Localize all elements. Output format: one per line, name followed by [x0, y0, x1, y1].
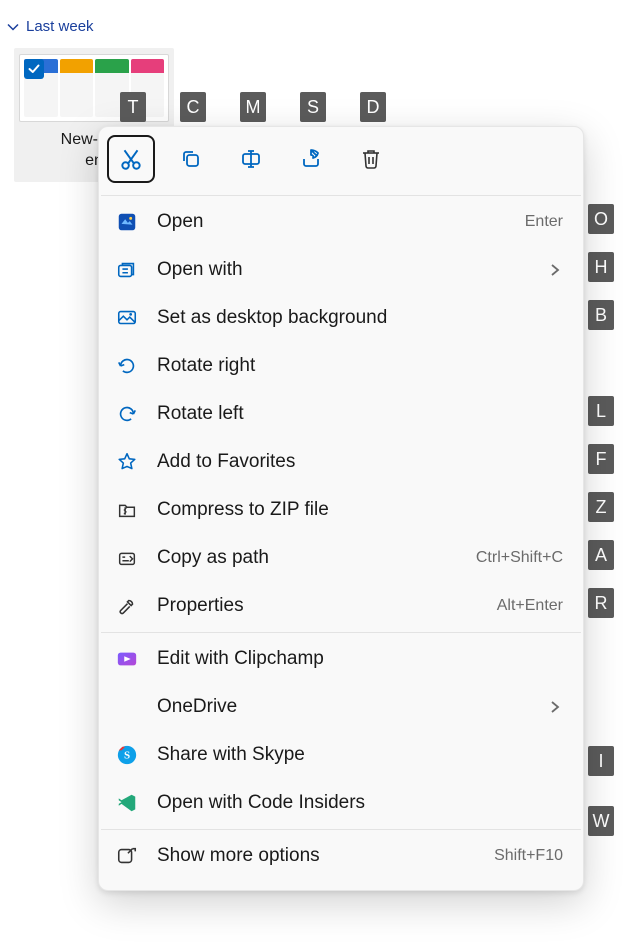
rotright-icon [115, 354, 139, 378]
menu-item-open-with[interactable]: Open with [99, 246, 583, 294]
menu-item-share-with-skype[interactable]: S Share with Skype [99, 731, 583, 779]
chevron-right-icon [547, 262, 563, 278]
menu-item-label: Open with Code Insiders [157, 792, 563, 814]
menu-item-label: Compress to ZIP file [157, 499, 563, 521]
key-hint: H [588, 252, 614, 282]
menu-item-label: Edit with Clipchamp [157, 648, 563, 670]
menu-item-label: Rotate right [157, 355, 563, 377]
rename-button[interactable] [227, 135, 275, 183]
key-hint: I [588, 746, 614, 776]
clipchamp-icon [115, 647, 139, 671]
menu-divider [101, 829, 581, 830]
menu-divider [101, 195, 581, 196]
menu-item-properties[interactable]: Properties Alt+Enter [99, 582, 583, 630]
menu-item-edit-with-clipchamp[interactable]: Edit with Clipchamp [99, 635, 583, 683]
chevron-right-icon [547, 699, 563, 715]
key-hint: L [588, 396, 614, 426]
menu-item-onedrive[interactable]: OneDrive [99, 683, 583, 731]
menu-item-label: OneDrive [157, 696, 529, 718]
menu-item-label: Show more options [157, 845, 476, 867]
menu-item-label: Rotate left [157, 403, 563, 425]
menu-item-set-as-desktop-background[interactable]: Set as desktop background [99, 294, 583, 342]
wrench-icon [115, 594, 139, 618]
menu-item-open-with-code-insiders[interactable]: Open with Code Insiders [99, 779, 583, 827]
file-thumbnail [19, 54, 169, 122]
menu-item-shortcut: Alt+Enter [497, 597, 563, 615]
menu-item-open[interactable]: Open Enter [99, 198, 583, 246]
key-hint: T [120, 92, 146, 122]
key-hint: S [300, 92, 326, 122]
copy-button[interactable] [167, 135, 215, 183]
menu-item-label: Set as desktop background [157, 307, 563, 329]
group-label: Last week [26, 18, 94, 35]
key-hint: M [240, 92, 266, 122]
menu-item-shortcut: Shift+F10 [494, 847, 563, 865]
menu-item-copy-as-path[interactable]: Copy as path Ctrl+Shift+C [99, 534, 583, 582]
menu-item-label: Add to Favorites [157, 451, 563, 473]
menu-item-label: Copy as path [157, 547, 458, 569]
skype-icon: S [115, 743, 139, 767]
share-button[interactable] [287, 135, 335, 183]
menu-item-show-more-options[interactable]: Show more options Shift+F10 [99, 832, 583, 880]
menu-item-rotate-left[interactable]: Rotate left [99, 390, 583, 438]
key-hint: F [588, 444, 614, 474]
menu-item-rotate-right[interactable]: Rotate right [99, 342, 583, 390]
menu-item-shortcut: Ctrl+Shift+C [476, 549, 563, 567]
key-hint: O [588, 204, 614, 234]
action-bar [99, 133, 583, 193]
none-icon [115, 695, 139, 719]
menu-item-add-to-favorites[interactable]: Add to Favorites [99, 438, 583, 486]
open-icon [115, 210, 139, 234]
menu-item-label: Open with [157, 259, 529, 281]
group-header[interactable]: Last week [6, 18, 94, 35]
selected-check-icon [24, 59, 44, 79]
menu-divider [101, 632, 581, 633]
rotleft-icon [115, 402, 139, 426]
key-hint: C [180, 92, 206, 122]
delete-button[interactable] [347, 135, 395, 183]
wallpaper-icon [115, 306, 139, 330]
key-hint: R [588, 588, 614, 618]
key-hint: D [360, 92, 386, 122]
context-menu: Open Enter Open with Set as desktop backgro… [98, 126, 584, 891]
menu-item-label: Share with Skype [157, 744, 563, 766]
copypath-icon [115, 546, 139, 570]
openwith-icon [115, 258, 139, 282]
cut-button[interactable] [107, 135, 155, 183]
key-hint: B [588, 300, 614, 330]
menu-item-label: Properties [157, 595, 479, 617]
svg-text:S: S [124, 750, 130, 762]
star-icon [115, 450, 139, 474]
vscode-icon [115, 791, 139, 815]
moreopt-icon [115, 844, 139, 868]
menu-item-shortcut: Enter [525, 213, 563, 231]
menu-item-label: Open [157, 211, 507, 233]
chevron-down-icon [6, 20, 20, 34]
menu-item-compress-to-zip-file[interactable]: Compress to ZIP file [99, 486, 583, 534]
zip-icon [115, 498, 139, 522]
key-hint: A [588, 540, 614, 570]
key-hint: Z [588, 492, 614, 522]
key-hint: W [588, 806, 614, 836]
